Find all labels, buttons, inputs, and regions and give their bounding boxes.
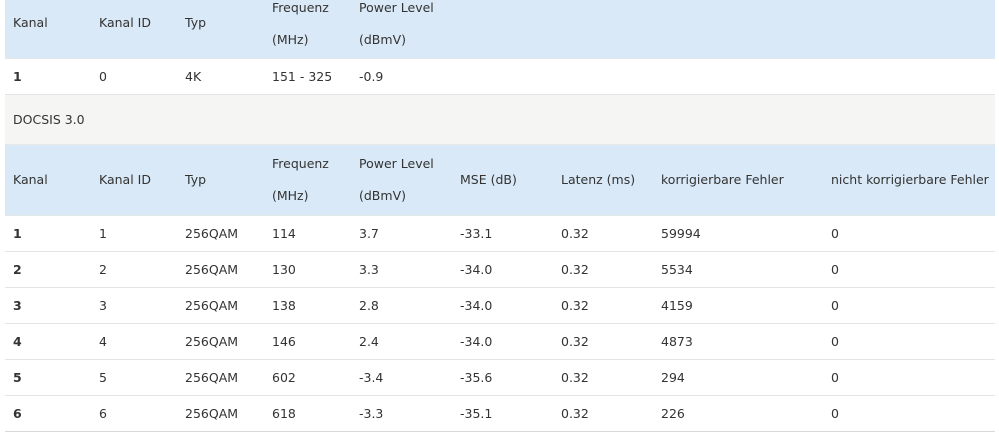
cell-latenz: 0.32 — [561, 262, 589, 277]
cell-power-level: 2.8 — [359, 298, 379, 313]
cell-korrigierbare-fehler: 4873 — [661, 334, 693, 349]
cell-power-level: -0.9 — [359, 69, 384, 84]
cell-nicht-korrigierbare-fehler: 0 — [831, 262, 839, 277]
cell-frequenz: 130 — [272, 262, 296, 277]
cell-mse: -33.1 — [460, 226, 493, 241]
cell-power-level: 3.3 — [359, 262, 379, 277]
cell-kanal-id: 3 — [99, 298, 107, 313]
cell-power-level: -3.4 — [359, 370, 384, 385]
cell-typ: 256QAM — [185, 226, 239, 241]
cell-kanal: 5 — [13, 370, 22, 385]
header-kanal-id: Kanal ID — [99, 172, 151, 187]
header-kanal: Kanal — [13, 15, 48, 30]
cell-frequenz: 114 — [272, 226, 296, 241]
cell-korrigierbare-fehler: 59994 — [661, 226, 701, 241]
cell-typ: 256QAM — [185, 298, 239, 313]
cell-kanal: 3 — [13, 298, 22, 313]
cell-typ: 4K — [185, 69, 202, 84]
header-power-unit: (dBmV) — [359, 188, 406, 203]
docsis30-table-header: Kanal Kanal ID Typ Frequenz (MHz) Power … — [5, 145, 995, 216]
table-row: 6 6 256QAM 618 -3.3 -35.1 0.32 226 0 — [5, 396, 995, 432]
header-frequenz-unit: (MHz) — [272, 188, 309, 203]
header-typ: Typ — [185, 15, 207, 30]
cell-nicht-korrigierbare-fehler: 0 — [831, 226, 839, 241]
cell-kanal: 1 — [13, 69, 22, 84]
cell-typ: 256QAM — [185, 370, 239, 385]
header-power-unit: (dBmV) — [359, 32, 406, 47]
cell-frequenz: 138 — [272, 298, 296, 313]
cell-power-level: 3.7 — [359, 226, 379, 241]
cell-typ: 256QAM — [185, 406, 239, 421]
cell-typ: 256QAM — [185, 262, 239, 277]
table-footer-space — [5, 432, 995, 442]
cell-kanal-id: 5 — [99, 370, 107, 385]
cell-kanal: 1 — [13, 226, 22, 241]
cell-kanal: 4 — [13, 334, 22, 349]
cell-korrigierbare-fehler: 226 — [661, 406, 685, 421]
section-title: DOCSIS 3.0 — [13, 112, 85, 127]
cell-latenz: 0.32 — [561, 370, 589, 385]
table-row: 2 2 256QAM 130 3.3 -34.0 0.32 5534 0 — [5, 252, 995, 288]
cell-mse: -34.0 — [460, 298, 493, 313]
table-row: 4 4 256QAM 146 2.4 -34.0 0.32 4873 0 — [5, 324, 995, 360]
table-row: 5 5 256QAM 602 -3.4 -35.6 0.32 294 0 — [5, 360, 995, 396]
ofdm-table-header: Kanal Kanal ID Typ Frequenz (MHz) Power … — [5, 0, 995, 59]
cell-power-level: -3.3 — [359, 406, 384, 421]
cell-frequenz: 151 - 325 — [272, 69, 333, 84]
section-docsis30: DOCSIS 3.0 — [5, 95, 995, 145]
cell-nicht-korrigierbare-fehler: 0 — [831, 406, 839, 421]
cell-frequenz: 602 — [272, 370, 296, 385]
header-latenz: Latenz (ms) — [561, 172, 636, 187]
cell-mse: -34.0 — [460, 334, 493, 349]
cell-nicht-korrigierbare-fehler: 0 — [831, 298, 839, 313]
cell-latenz: 0.32 — [561, 406, 589, 421]
cell-frequenz: 618 — [272, 406, 296, 421]
cell-kanal-id: 2 — [99, 262, 107, 277]
cell-mse: -34.0 — [460, 262, 493, 277]
header-mse: MSE (dB) — [460, 172, 517, 187]
header-frequenz-unit: (MHz) — [272, 32, 309, 47]
header-frequenz: Frequenz — [272, 0, 329, 15]
table-row: 1 1 256QAM 114 3.7 -33.1 0.32 59994 0 — [5, 216, 995, 252]
table-row: 3 3 256QAM 138 2.8 -34.0 0.32 4159 0 — [5, 288, 995, 324]
cell-korrigierbare-fehler: 294 — [661, 370, 685, 385]
cell-latenz: 0.32 — [561, 334, 589, 349]
cell-kanal-id: 0 — [99, 69, 107, 84]
cell-latenz: 0.32 — [561, 226, 589, 241]
header-kanal: Kanal — [13, 172, 48, 187]
cell-nicht-korrigierbare-fehler: 0 — [831, 334, 839, 349]
header-frequenz: Frequenz — [272, 156, 329, 171]
cell-kanal: 2 — [13, 262, 22, 277]
header-power-level: Power Level — [359, 156, 434, 171]
cell-kanal-id: 4 — [99, 334, 107, 349]
cell-kanal-id: 1 — [99, 226, 107, 241]
cell-nicht-korrigierbare-fehler: 0 — [831, 370, 839, 385]
cell-korrigierbare-fehler: 4159 — [661, 298, 693, 313]
cell-power-level: 2.4 — [359, 334, 379, 349]
cell-korrigierbare-fehler: 5534 — [661, 262, 693, 277]
header-nicht-korrigierbare-fehler: nicht korrigierbare Fehler — [831, 172, 989, 187]
channel-tables: Kanal Kanal ID Typ Frequenz (MHz) Power … — [5, 0, 995, 442]
cell-mse: -35.1 — [460, 406, 493, 421]
cell-mse: -35.6 — [460, 370, 493, 385]
header-korrigierbare-fehler: korrigierbare Fehler — [661, 172, 784, 187]
cell-typ: 256QAM — [185, 334, 239, 349]
header-power-level: Power Level — [359, 0, 434, 15]
cell-kanal: 6 — [13, 406, 22, 421]
cell-latenz: 0.32 — [561, 298, 589, 313]
header-typ: Typ — [185, 172, 207, 187]
table-row: 1 0 4K 151 - 325 -0.9 — [5, 59, 995, 95]
header-kanal-id: Kanal ID — [99, 15, 151, 30]
cell-frequenz: 146 — [272, 334, 296, 349]
cell-kanal-id: 6 — [99, 406, 107, 421]
